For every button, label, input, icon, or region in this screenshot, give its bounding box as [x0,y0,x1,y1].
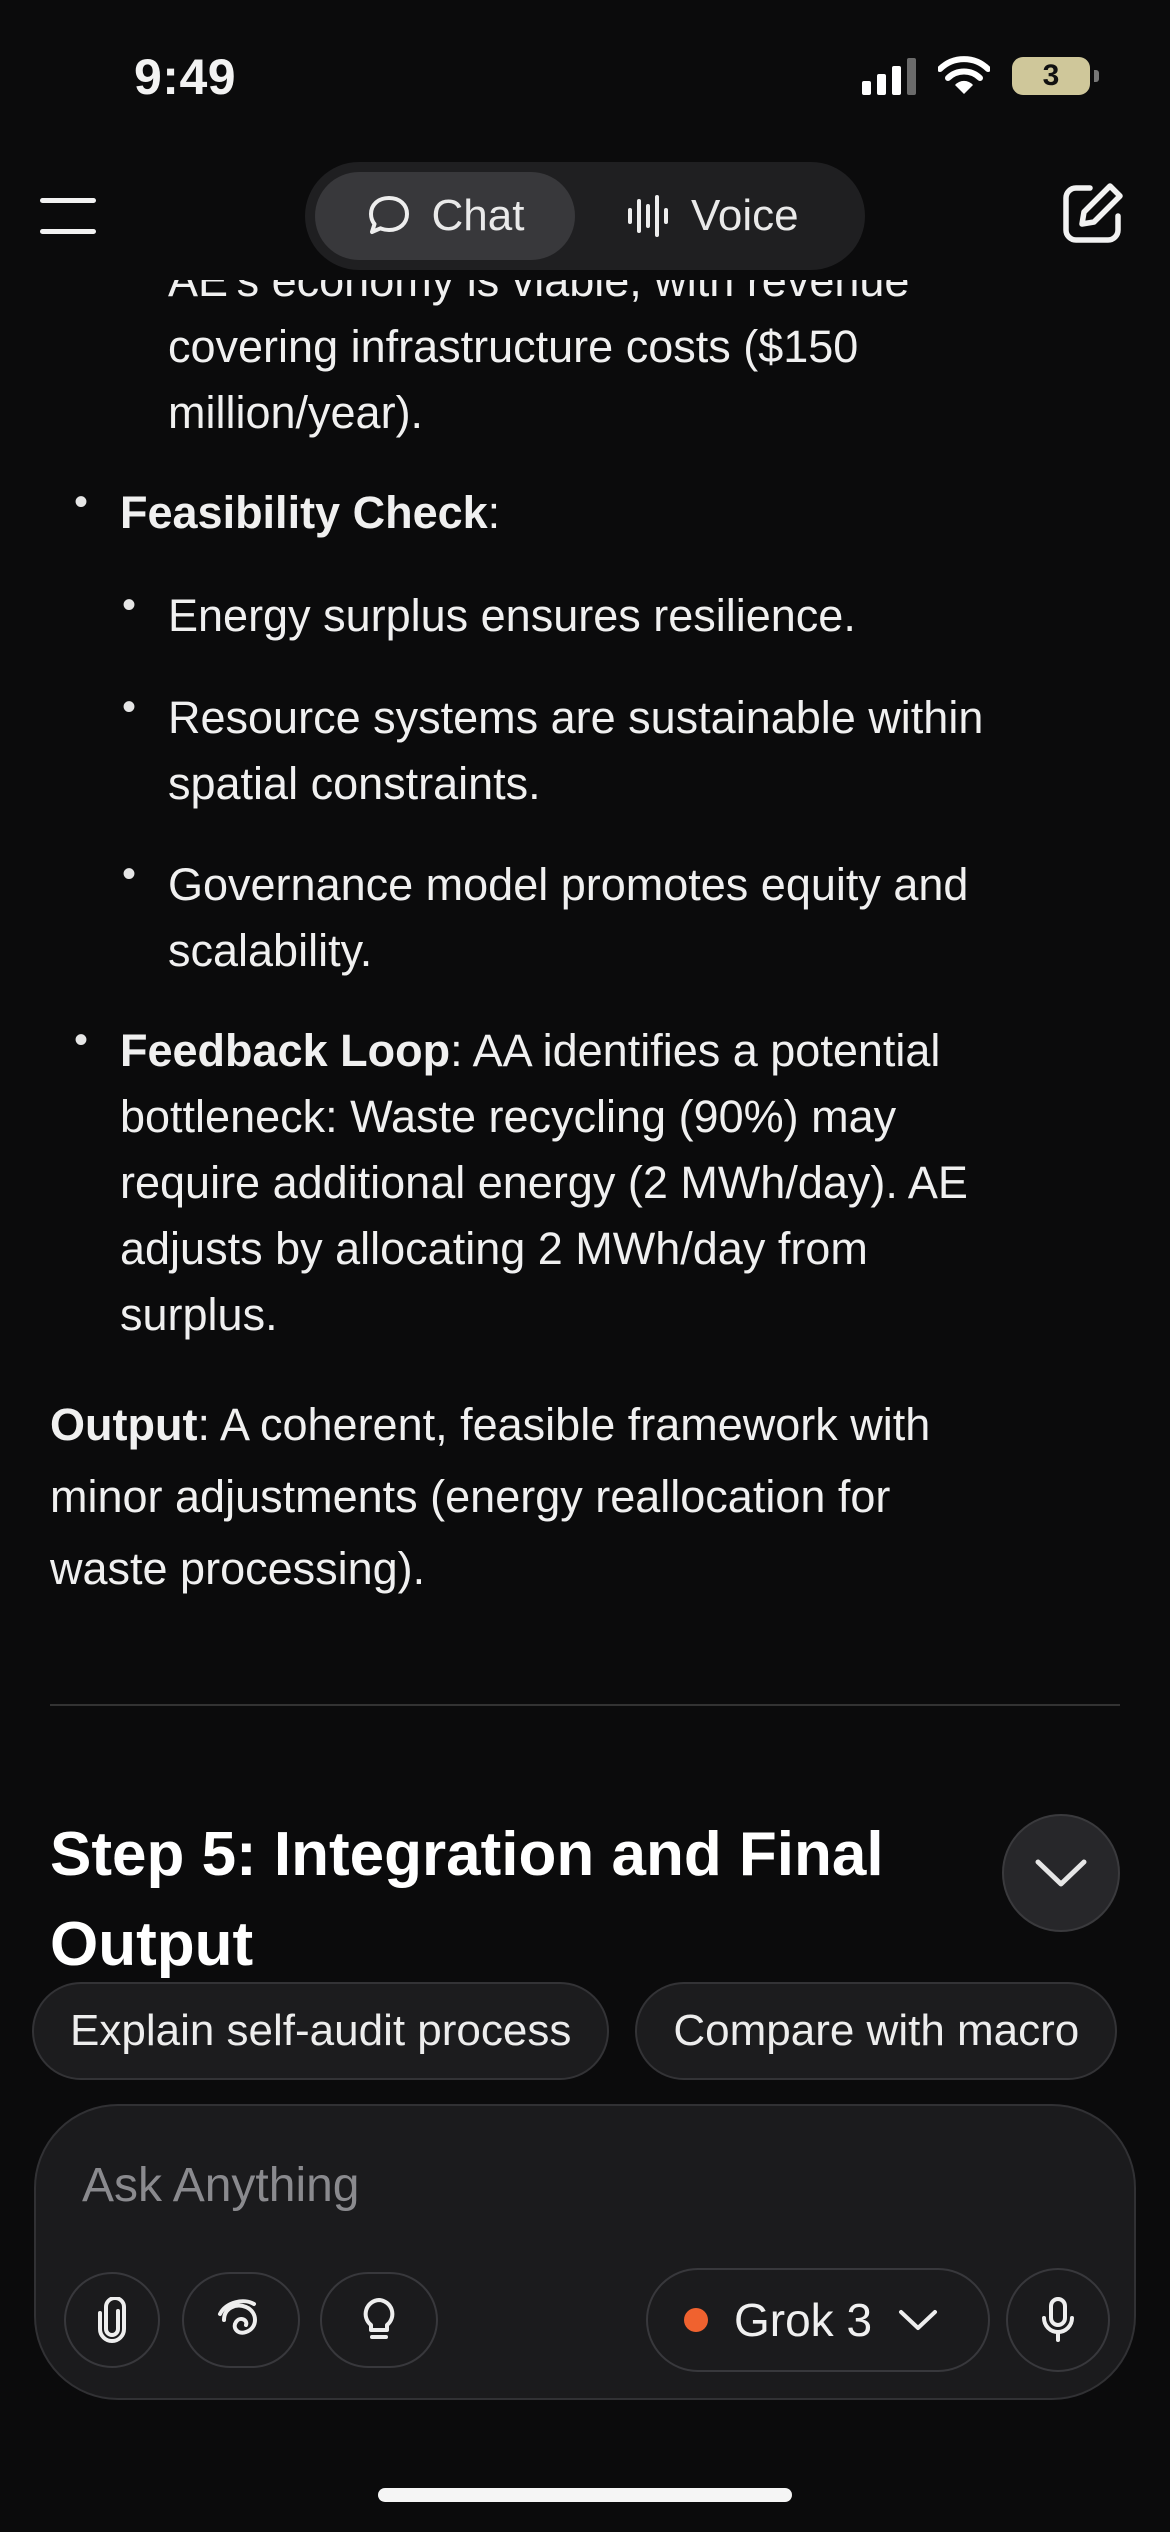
status-bar: 9:49 3 [0,0,1170,150]
list-item: Resource systems are sustainable within [168,692,984,743]
signal-icon [862,57,916,95]
paragraph-line: million/year). [168,387,424,438]
attach-button[interactable] [64,2272,160,2368]
feasibility-heading: Feasibility Check: [120,487,501,538]
feedback-line: require additional energy (2 MWh/day). A… [120,1157,968,1208]
voice-input-button[interactable] [1006,2268,1110,2372]
list-item: spatial constraints. [168,758,541,809]
waveform-icon [628,195,668,237]
bullet-dot: • [122,583,137,627]
lightbulb-icon [363,2298,395,2339]
home-indicator[interactable] [378,2488,792,2502]
paperclip-icon [98,2297,126,2343]
tab-chat[interactable]: Chat [315,172,575,260]
deepsearch-button[interactable] [182,2272,300,2368]
bullet-dot: • [74,480,89,524]
suggestion-chip[interactable]: Explain self-audit process [32,1982,610,2080]
chat-content[interactable]: AE's economy is viable, with revenue cov… [0,150,1170,1980]
suggestion-chip[interactable]: Compare with macro [635,1982,1118,2080]
chevron-down-icon [1035,1859,1087,1887]
output-line: waste processing). [50,1543,426,1594]
model-selector[interactable]: Grok 3 [646,2268,990,2372]
microphone-icon [1042,2297,1074,2342]
model-status-dot [684,2308,708,2332]
bullet-dot: • [74,1018,89,1062]
feedback-line: adjusts by allocating 2 MWh/day from [120,1223,868,1274]
bullet-dot: • [122,852,137,896]
composer: Grok 3 [34,2104,1136,2400]
app-screen: 9:49 3 AE's economy is viable, with reve… [0,0,1170,2532]
deepsearch-icon [218,2299,257,2335]
tab-voice-label: Voice [691,191,799,240]
battery-level: 3 [1042,59,1060,92]
edit-icon[interactable] [1060,180,1126,246]
tab-voice[interactable]: Voice [575,172,839,260]
list-item: Energy surplus ensures resilience. [168,590,856,641]
suggestion-chips: Explain self-audit process Compare with … [32,1982,1118,2080]
status-icons: 3 [862,56,1099,96]
feedback-line: bottleneck: Waste recycling (90%) may [120,1091,897,1142]
wifi-icon [938,56,990,94]
output-line: minor adjustments (energy reallocation f… [50,1471,891,1522]
chat-bubble-icon [368,196,409,234]
battery-icon: 3 [1012,57,1099,95]
scroll-down-button[interactable] [1002,1814,1120,1932]
status-time: 9:49 [134,49,237,105]
list-item: scalability. [168,925,373,976]
chevron-down-icon [899,2310,938,2330]
ask-input[interactable] [82,2150,982,2220]
list-item: Governance model promotes equity and [168,859,969,910]
hamburger-menu-icon[interactable] [40,198,96,234]
output-line: Output: A coherent, feasible framework w… [50,1399,931,1450]
tab-chat-label: Chat [431,191,525,240]
feedback-line: Feedback Loop: AA identifies a potential [120,1025,941,1076]
model-name: Grok 3 [734,2294,873,2346]
top-bar: Chat Voice [0,150,1170,280]
bullet-dot: • [122,685,137,729]
paragraph-line: covering infrastructure costs ($150 [168,321,859,372]
step-heading: Step 5: Integration and Final Output [50,1820,884,1979]
think-button[interactable] [320,2272,438,2368]
feedback-line: surplus. [120,1289,278,1340]
mode-switch: Chat Voice [305,162,865,270]
section-divider [50,1704,1120,1706]
